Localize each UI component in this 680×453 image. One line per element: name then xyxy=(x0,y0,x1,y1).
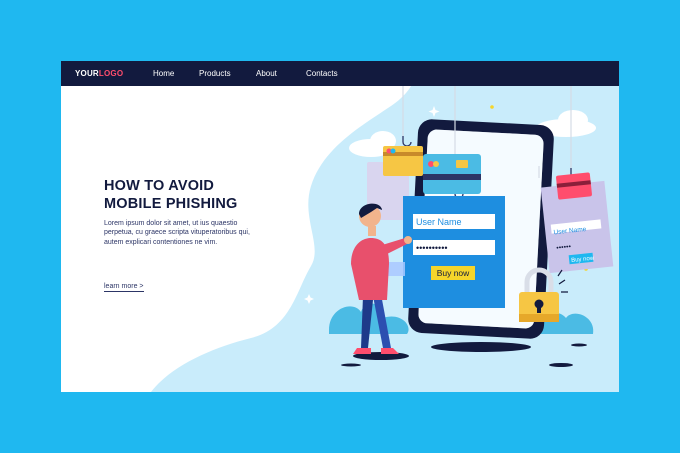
credit-card-icon xyxy=(423,154,481,194)
hero-description: Lorem ipsum dolor sit amet, ut ius quaes… xyxy=(104,220,250,246)
nav-item-contacts[interactable]: Contacts xyxy=(306,69,338,78)
logo-text: YOUR xyxy=(75,69,99,78)
page-title: HOW TO AVOID MOBILE PHISHING xyxy=(104,177,284,213)
logo-accent-text: LOGO xyxy=(98,69,124,78)
phishing-login-form: User Name •••••••••• Buy now xyxy=(403,196,505,308)
top-nav: YOURLOGO Home Products About Contacts xyxy=(61,61,619,86)
nav-item-products[interactable]: Products xyxy=(199,69,231,78)
landing-page: YOURLOGO Home Products About Contacts Us… xyxy=(61,61,619,392)
phone-shadow xyxy=(431,342,531,352)
title-line-2: MOBILE PHISHING xyxy=(104,196,238,212)
nav-item-about[interactable]: About xyxy=(256,69,277,78)
nav-item-home[interactable]: Home xyxy=(153,69,174,78)
logo[interactable]: YOURLOGO xyxy=(75,69,123,78)
side-login-card: User Name •••••• Buy now xyxy=(540,172,614,274)
buy-now-button[interactable]: Buy now xyxy=(437,268,470,278)
title-line-1: HOW TO AVOID xyxy=(104,178,215,194)
learn-more-link[interactable]: learn more > xyxy=(104,283,144,292)
username-field-placeholder[interactable]: User Name xyxy=(416,217,462,227)
password-field-value[interactable]: •••••••••• xyxy=(416,243,448,253)
